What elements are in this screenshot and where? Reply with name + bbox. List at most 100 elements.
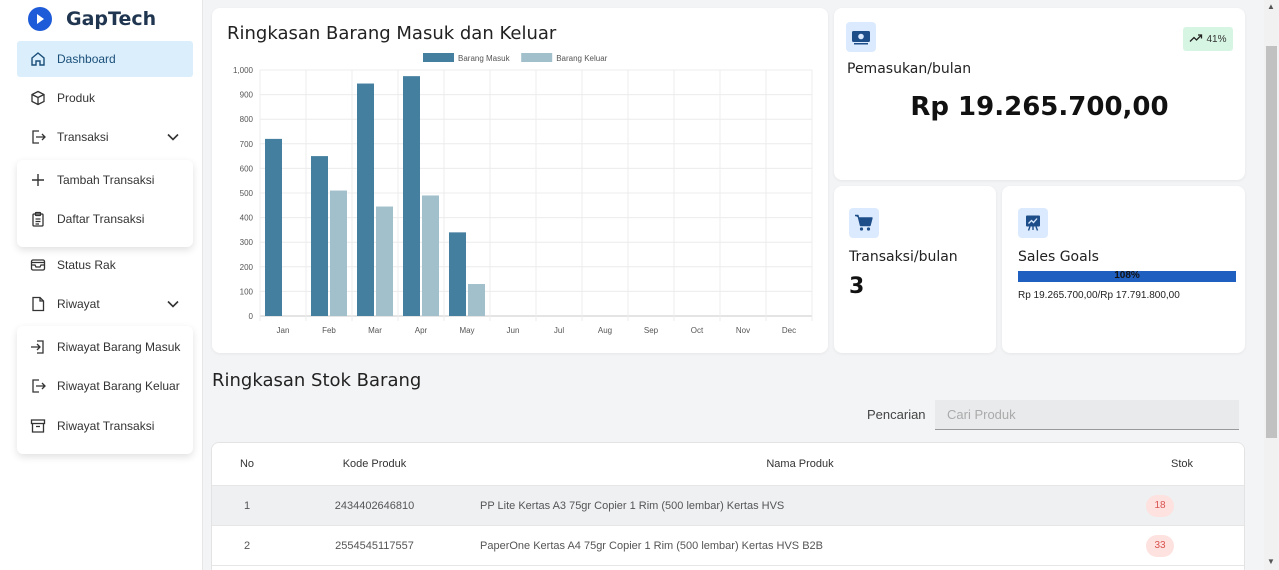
transaksi-submenu: Tambah Transaksi Daftar Transaksi — [17, 160, 193, 247]
bar-barang-masuk — [265, 138, 282, 316]
trending-up-icon — [1189, 33, 1203, 46]
header-stock: Stok — [1170, 458, 1193, 470]
bar-barang-keluar — [468, 284, 485, 316]
search-label: Pencarian — [867, 407, 926, 422]
x-tick-label: Dec — [782, 326, 796, 335]
stock-badge: 18 — [1146, 494, 1174, 517]
bar-barang-keluar — [330, 190, 347, 316]
y-tick-label: 800 — [240, 115, 254, 124]
sidebar-item-label: Status Rak — [57, 258, 116, 272]
scroll-down-icon[interactable]: ▼ — [1267, 557, 1275, 566]
x-tick-label: Jul — [554, 326, 564, 335]
sidebar-item-label: Tambah Transaksi — [57, 173, 155, 187]
header-no: No — [239, 458, 255, 470]
sidebar-item-label: Riwayat Barang Keluar — [57, 379, 180, 393]
y-tick-label: 900 — [240, 91, 254, 100]
row-no: 2 — [243, 539, 251, 552]
x-tick-label: Jun — [507, 326, 520, 335]
sidebar-item-label: Daftar Transaksi — [57, 212, 145, 226]
row-no: 1 — [243, 499, 251, 512]
sidebar-item-label: Riwayat Transaksi — [57, 419, 155, 433]
legend-label: Barang Keluar — [556, 54, 607, 63]
income-label: Pemasukan/bulan — [847, 61, 972, 77]
y-tick-label: 500 — [240, 189, 254, 198]
bar-barang-masuk — [403, 76, 420, 317]
money-icon — [846, 22, 876, 52]
x-tick-label: Aug — [598, 326, 612, 335]
sidebar-item-riwayat-barang-keluar[interactable]: Riwayat Barang Keluar — [17, 369, 193, 403]
bar-barang-keluar — [376, 206, 393, 316]
chevron-down-icon[interactable] — [165, 296, 181, 315]
x-tick-label: May — [459, 326, 474, 335]
transactions-card: Transaksi/bulan 3 — [834, 186, 996, 353]
y-tick-label: 200 — [240, 263, 254, 272]
search-input[interactable] — [935, 400, 1239, 430]
row-code: 2554545117557 — [335, 539, 414, 552]
chart-board-icon — [1018, 208, 1048, 238]
sales-goals-percent: 108% — [1114, 270, 1140, 281]
row-stock-cell: 33 — [1146, 526, 1174, 565]
trend-value: 41% — [1206, 33, 1227, 45]
bar-barang-keluar — [422, 195, 439, 316]
bar-barang-masuk — [357, 83, 374, 316]
sidebar-item-transaksi[interactable]: Transaksi — [17, 119, 193, 155]
sidebar-item-label: Produk — [57, 91, 96, 105]
x-tick-label: Feb — [322, 326, 336, 335]
scroll-thumb[interactable] — [1266, 46, 1277, 438]
y-tick-label: 400 — [240, 214, 254, 223]
sidebar-item-riwayat-transaksi[interactable]: Riwayat Transaksi — [17, 409, 193, 443]
brand[interactable]: GapTech — [28, 7, 156, 31]
row-name: PaperOne Kertas A4 75gr Copier 1 Rim (50… — [480, 539, 823, 552]
chevron-down-icon[interactable] — [165, 129, 181, 148]
sidebar: GapTech Dashboard Produk Transaksi Tamba… — [0, 0, 203, 570]
scroll-up-icon[interactable]: ▲ — [1267, 2, 1275, 11]
row-code: 2434402646810 — [334, 499, 415, 512]
sales-goals-detail: Rp 19.265.700,00/Rp 17.791.800,00 — [1018, 290, 1180, 301]
y-tick-label: 300 — [240, 238, 254, 247]
legend-label: Barang Masuk — [458, 54, 511, 63]
sidebar-item-riwayat[interactable]: Riwayat — [17, 286, 193, 322]
plus-icon — [29, 171, 47, 189]
trend-badge: 41% — [1183, 27, 1233, 51]
home-icon — [29, 50, 47, 68]
page-scrollbar[interactable]: ▲ ▼ — [1264, 0, 1279, 570]
sidebar-item-daftar-transaksi[interactable]: Daftar Transaksi — [17, 202, 193, 236]
y-tick-label: 100 — [240, 287, 254, 296]
logout-icon — [29, 128, 47, 146]
sales-goals-card: Sales Goals 108% Rp 19.265.700,00/Rp 17.… — [1002, 186, 1245, 353]
clipboard-icon — [29, 210, 47, 228]
x-tick-label: Jan — [277, 326, 290, 335]
header-name: Nama Produk — [766, 458, 834, 470]
sidebar-item-riwayat-barang-masuk[interactable]: Riwayat Barang Masuk — [17, 330, 193, 364]
row-name: PP Lite Kertas A3 75gr Copier 1 Rim (500… — [480, 499, 785, 512]
box-icon — [29, 89, 47, 107]
table-row[interactable]: 1 2434402646810 PP Lite Kertas A3 75gr C… — [212, 486, 1244, 526]
table-row[interactable]: 2 2554545117557 PaperOne Kertas A4 75gr … — [212, 526, 1244, 566]
bar-barang-masuk — [449, 232, 466, 316]
sidebar-item-label: Riwayat Barang Masuk — [57, 340, 181, 354]
chart-card: Ringkasan Barang Masuk dan Keluar 0 100 20… — [212, 8, 828, 353]
inbox-icon — [29, 256, 47, 274]
brand-name: GapTech — [66, 8, 157, 30]
sidebar-item-dashboard[interactable]: Dashboard — [17, 41, 193, 77]
table-header-row: No Kode Produk Nama Produk Stok — [212, 443, 1244, 486]
header-code: Kode Produk — [342, 458, 407, 470]
logout-icon — [29, 377, 47, 395]
sidebar-item-produk[interactable]: Produk — [17, 80, 193, 116]
archive-icon — [29, 417, 47, 435]
sidebar-item-label: Riwayat — [57, 297, 100, 311]
income-value: Rp 19.265.700,00 — [910, 92, 1169, 122]
file-icon — [29, 295, 47, 313]
y-tick-label: 700 — [240, 140, 254, 149]
sidebar-item-status-rak[interactable]: Status Rak — [17, 247, 193, 283]
x-tick-label: Mar — [368, 326, 382, 335]
stock-section-title: Ringkasan Stok Barang — [212, 370, 422, 391]
x-tick-label: Sep — [644, 326, 659, 335]
y-tick-label: 600 — [240, 164, 254, 173]
y-tick-label: 0 — [249, 312, 254, 321]
x-tick-label: Nov — [736, 326, 750, 335]
login-icon — [29, 338, 47, 356]
cart-icon — [849, 208, 879, 238]
stock-badge: 33 — [1146, 534, 1174, 557]
sidebar-item-tambah-transaksi[interactable]: Tambah Transaksi — [17, 163, 193, 197]
